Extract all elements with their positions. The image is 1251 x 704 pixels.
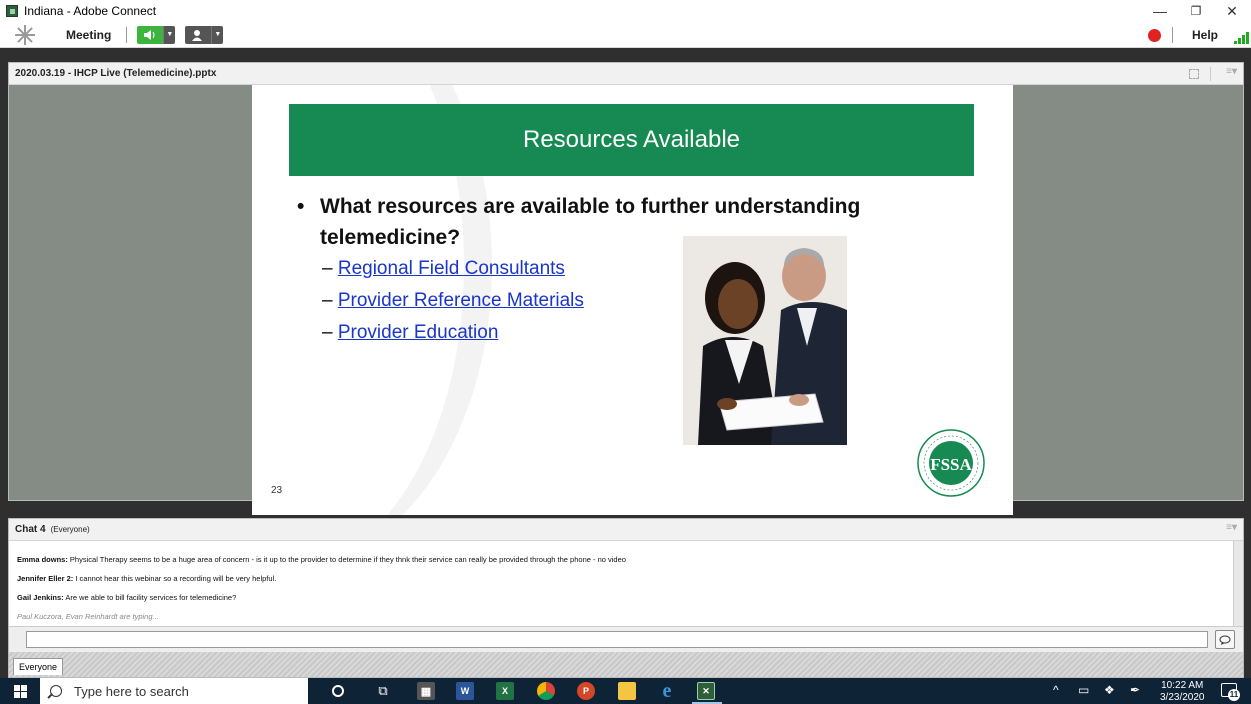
typing-indicator: Paul Kuczora, Evan Reinhardt are typing.…: [17, 612, 159, 621]
window-title: Indiana - Adobe Connect: [24, 4, 157, 18]
help-menu[interactable]: Help: [1192, 28, 1218, 42]
chat-scope: (Everyone): [50, 525, 90, 534]
windows-logo-icon: [13, 684, 27, 698]
meeting-menu[interactable]: Meeting: [66, 28, 111, 42]
camera-dropdown-icon[interactable]: ▼: [211, 25, 224, 44]
chat-message: Jennifer Eller 2: I cannot hear this web…: [17, 574, 1227, 583]
camera-icon[interactable]: [185, 25, 212, 44]
network-icon[interactable]: ▭: [1078, 683, 1089, 697]
share-pod-header: 2020.03.19 - IHCP Live (Telemedicine).pp…: [9, 63, 1243, 85]
menu-divider-right: [1172, 27, 1173, 43]
chat-sender: Gail Jenkins:: [17, 593, 64, 602]
search-icon: [50, 685, 62, 697]
clock-date: 3/23/2020: [1160, 692, 1205, 703]
chat-messages: Emma downs: Physical Therapy seems to be…: [9, 541, 1235, 626]
calculator-icon[interactable]: ▦: [417, 682, 435, 700]
word-icon[interactable]: W: [456, 682, 474, 700]
provider-education-link[interactable]: Provider Education: [338, 322, 499, 343]
chat-pod-header: Chat 4 (Everyone) ≡▾: [9, 519, 1243, 541]
share-pod-title: 2020.03.19 - IHCP Live (Telemedicine).pp…: [15, 68, 217, 79]
adobe-connect-icon[interactable]: ✕: [697, 682, 715, 700]
chat-input-row: [9, 626, 1243, 652]
adobe-connect-app-icon: [6, 5, 18, 17]
pod-header-divider: [1210, 67, 1211, 81]
search-placeholder: Type here to search: [74, 683, 189, 699]
sub-bullet-dash: –: [322, 290, 333, 311]
chat-text: Are we able to bill facility services fo…: [63, 593, 237, 602]
chat-message-input[interactable]: [26, 631, 1208, 648]
speaker-dropdown-icon[interactable]: ▼: [163, 25, 176, 44]
provider-reference-materials-link[interactable]: Provider Reference Materials: [338, 290, 584, 311]
window-titlebar: Indiana - Adobe Connect — ❐ ✕: [0, 0, 1251, 22]
adobe-connect-logo-icon: [14, 24, 36, 46]
sub-bullet: – Regional Field Consultants: [322, 258, 565, 280]
chat-text: I cannot hear this webinar so a recordin…: [73, 574, 277, 583]
recording-indicator-icon[interactable]: [1148, 29, 1161, 42]
fssa-logo: FSSA: [916, 428, 986, 498]
speech-bubble-icon: [1219, 635, 1231, 645]
clock-time: 10:22 AM: [1161, 680, 1204, 691]
edge-icon[interactable]: e: [658, 680, 676, 702]
regional-field-consultants-link[interactable]: Regional Field Consultants: [338, 258, 565, 279]
fullscreen-icon[interactable]: [1189, 69, 1199, 79]
chat-pod-title: Chat 4: [15, 524, 46, 535]
close-button[interactable]: ✕: [1214, 0, 1250, 22]
dropbox-icon[interactable]: ❖: [1104, 683, 1115, 697]
start-button[interactable]: [0, 678, 40, 704]
sub-bullet-dash: –: [322, 258, 333, 279]
connection-signal-icon: [1234, 30, 1249, 44]
chat-sender: Jennifer Eller 2:: [17, 574, 74, 583]
presentation-slide: Resources Available • What resources are…: [252, 85, 1013, 515]
notification-count-badge: 11: [1228, 689, 1240, 701]
chat-sender: Emma downs:: [17, 555, 68, 564]
taskbar-clock[interactable]: 10:22 AM 3/23/2020: [1160, 680, 1205, 704]
chat-tab-bar: Everyone: [9, 652, 1243, 677]
chat-pod-menu-icon[interactable]: ≡▾: [1226, 522, 1237, 533]
minimize-button[interactable]: —: [1142, 0, 1178, 22]
task-view-icon[interactable]: ⧉: [374, 682, 392, 700]
chat-pod: Chat 4 (Everyone) ≡▾ Emma downs: Physica…: [8, 518, 1244, 678]
tray-chevron-icon[interactable]: ^: [1053, 683, 1059, 697]
svg-text:FSSA: FSSA: [930, 455, 972, 474]
excel-icon[interactable]: X: [496, 682, 514, 700]
meeting-menubar: Meeting ▼ ▼: [0, 22, 1251, 48]
slide-title: Resources Available: [289, 104, 974, 176]
sub-bullet: – Provider Reference Materials: [322, 290, 584, 312]
business-people-photo: [683, 236, 847, 445]
maximize-button[interactable]: ❐: [1178, 0, 1214, 22]
share-pod: 2020.03.19 - IHCP Live (Telemedicine).pp…: [8, 62, 1244, 515]
taskbar-search-box[interactable]: Type here to search: [40, 678, 308, 704]
menu-divider: [126, 26, 128, 43]
chat-text: Physical Therapy seems to be a huge area…: [67, 555, 626, 564]
tab-everyone[interactable]: Everyone: [13, 658, 64, 675]
pen-icon[interactable]: ✒: [1130, 683, 1140, 697]
sub-bullet-dash: –: [322, 322, 333, 343]
chat-message: Gail Jenkins: Are we able to bill facili…: [17, 593, 1227, 602]
chat-scrollbar[interactable]: [1233, 541, 1243, 626]
file-explorer-icon[interactable]: [618, 682, 636, 700]
meeting-workspace: 2020.03.19 - IHCP Live (Telemedicine).pp…: [0, 48, 1251, 678]
slide-page-number: 23: [271, 485, 283, 496]
cortana-icon[interactable]: [332, 685, 344, 697]
speaker-button[interactable]: ▼: [137, 25, 176, 44]
powerpoint-icon[interactable]: P: [577, 682, 595, 700]
sub-bullet: – Provider Education: [322, 322, 498, 344]
bullet-dot: •: [297, 195, 305, 218]
speaker-icon[interactable]: [137, 25, 164, 44]
chrome-icon[interactable]: [537, 682, 555, 700]
share-pod-menu-icon[interactable]: ≡▾: [1226, 66, 1237, 77]
chat-message: Emma downs: Physical Therapy seems to be…: [17, 555, 1227, 564]
camera-voice-button[interactable]: ▼: [185, 25, 224, 44]
send-message-button[interactable]: [1215, 630, 1235, 649]
